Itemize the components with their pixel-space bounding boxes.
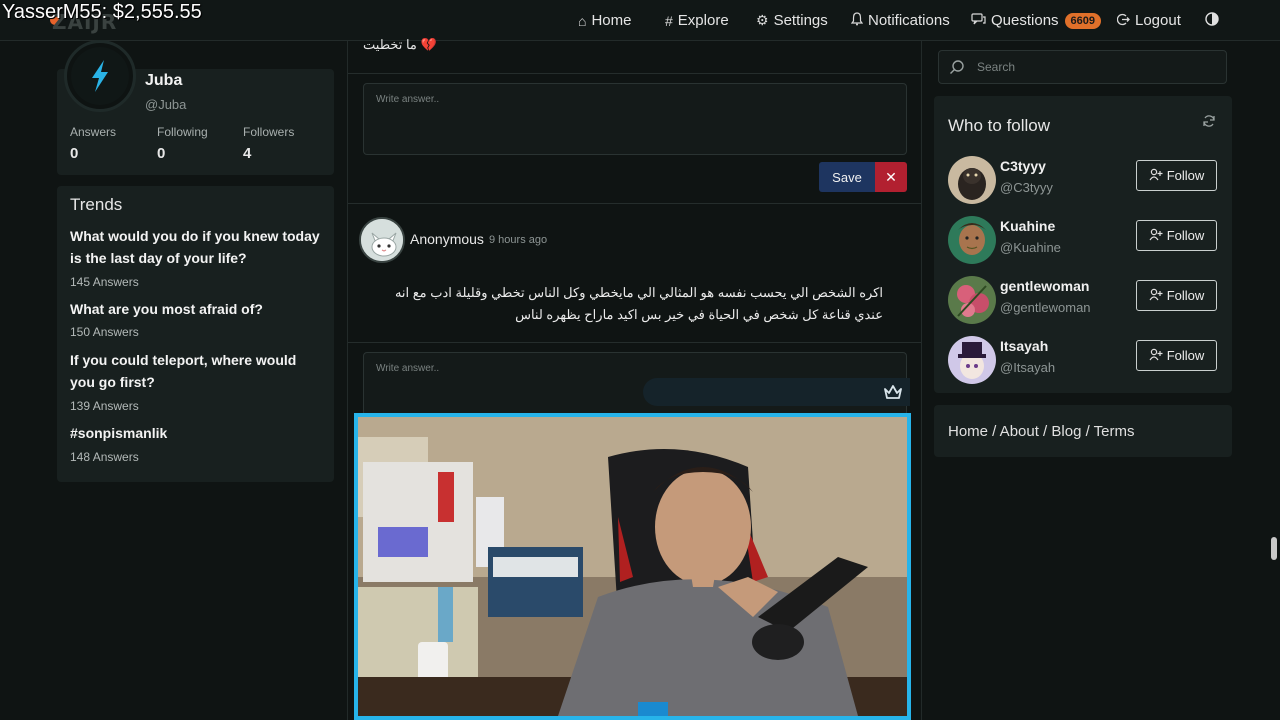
previous-answer-text: 💔 ما تخطيت bbox=[363, 37, 437, 52]
nav-home-label: Home bbox=[591, 12, 632, 29]
questions-count-badge: 6609 bbox=[1064, 12, 1102, 29]
add-user-icon bbox=[1149, 288, 1163, 304]
refresh-icon[interactable] bbox=[1202, 114, 1216, 131]
post-author[interactable]: Anonymous bbox=[410, 231, 484, 247]
profile-handle: @Juba bbox=[145, 97, 187, 112]
stat-answers-label: Answers bbox=[70, 125, 117, 139]
page-scrollbar[interactable] bbox=[1271, 537, 1277, 560]
nav-explore-label: Explore bbox=[677, 12, 729, 29]
top-nav: ZAIJR YasserM55: $2,555.55 ⌂ Home # Expl… bbox=[0, 0, 1280, 41]
save-button[interactable]: Save bbox=[819, 162, 875, 192]
divider bbox=[348, 73, 921, 74]
trend-answers-count: 139 Answers bbox=[70, 399, 139, 413]
trend-question[interactable]: If you could teleport, where would you g… bbox=[70, 349, 325, 393]
nav-notifications[interactable]: Notifications bbox=[850, 0, 950, 41]
bolt-icon bbox=[92, 60, 108, 92]
trend-answers-count: 148 Answers bbox=[70, 450, 139, 464]
user-handle: @C3tyyy bbox=[1000, 180, 1053, 195]
nav-settings[interactable]: ⚙ Settings bbox=[756, 0, 828, 41]
nav-logout-label: Logout bbox=[1135, 12, 1181, 29]
stat-followers-value: 4 bbox=[243, 145, 252, 162]
post-time: 9 hours ago bbox=[489, 234, 548, 246]
home-icon: ⌂ bbox=[578, 12, 587, 29]
follow-label: Follow bbox=[1166, 348, 1205, 363]
trends-title: Trends bbox=[70, 195, 123, 214]
nav-logout[interactable]: Logout bbox=[1116, 0, 1181, 41]
profile-avatar[interactable] bbox=[64, 40, 136, 112]
stat-following-label: Following bbox=[157, 125, 208, 139]
search-icon bbox=[950, 60, 964, 74]
follow-button[interactable]: Follow bbox=[1136, 160, 1217, 191]
user-avatar[interactable] bbox=[948, 216, 996, 264]
webcam-overlay bbox=[354, 413, 911, 720]
nav-questions-label: Questions bbox=[991, 12, 1059, 29]
trend-question[interactable]: What would you do if you knew today is t… bbox=[70, 225, 325, 269]
logout-icon bbox=[1116, 13, 1130, 29]
stream-overlay-bar bbox=[643, 378, 910, 406]
profile-name[interactable]: Juba bbox=[145, 72, 182, 90]
user-name[interactable]: gentlewoman bbox=[1000, 278, 1089, 294]
add-user-icon bbox=[1149, 228, 1163, 244]
anonymous-avatar[interactable] bbox=[359, 217, 405, 263]
follow-button[interactable]: Follow bbox=[1136, 340, 1217, 371]
trend-question[interactable]: What are you most afraid of? bbox=[70, 298, 325, 320]
stat-followers-label: Followers bbox=[243, 125, 295, 139]
stat-following-value: 0 bbox=[157, 145, 166, 162]
follow-button[interactable]: Follow bbox=[1136, 280, 1217, 311]
theme-toggle[interactable] bbox=[1205, 0, 1219, 41]
hash-icon: # bbox=[665, 12, 673, 29]
crown-icon bbox=[884, 385, 902, 399]
user-name[interactable]: Itsayah bbox=[1000, 338, 1048, 354]
divider bbox=[348, 342, 921, 343]
cancel-button[interactable]: ✕ bbox=[875, 162, 907, 192]
bell-icon bbox=[850, 12, 864, 29]
page: ZAIJR YasserM55: $2,555.55 ⌂ Home # Expl… bbox=[0, 0, 1280, 720]
user-name[interactable]: C3tyyy bbox=[1000, 158, 1046, 174]
nav-home[interactable]: ⌂ Home bbox=[578, 0, 631, 41]
contrast-icon bbox=[1205, 11, 1219, 30]
chat-icon bbox=[971, 12, 986, 29]
trend-answers-count: 150 Answers bbox=[70, 325, 139, 339]
avatar-inner bbox=[71, 47, 129, 105]
post-question-text: اكره الشخص الي يحسب نفسه هو المثالي الي … bbox=[394, 285, 883, 322]
stream-donation-overlay: YasserM55: $2,555.55 bbox=[2, 1, 202, 23]
user-avatar[interactable] bbox=[948, 156, 996, 204]
stat-answers-value: 0 bbox=[70, 145, 79, 162]
follow-label: Follow bbox=[1166, 288, 1205, 303]
nav-settings-label: Settings bbox=[773, 12, 828, 29]
divider bbox=[348, 203, 921, 204]
answer-textarea[interactable]: Write answer.. bbox=[363, 83, 907, 155]
follow-label: Follow bbox=[1166, 228, 1205, 243]
follow-button[interactable]: Follow bbox=[1136, 220, 1217, 251]
user-avatar[interactable] bbox=[948, 336, 996, 384]
nav-questions[interactable]: Questions 6609 bbox=[971, 0, 1102, 41]
user-avatar[interactable] bbox=[948, 276, 996, 324]
add-user-icon bbox=[1149, 348, 1163, 364]
user-handle: @Kuahine bbox=[1000, 240, 1061, 255]
search-input[interactable]: Search bbox=[938, 50, 1227, 84]
search-placeholder: Search bbox=[977, 60, 1016, 74]
nav-explore[interactable]: # Explore bbox=[665, 0, 729, 41]
trend-answers-count: 145 Answers bbox=[70, 275, 139, 289]
add-user-icon bbox=[1149, 168, 1163, 184]
webcam-image bbox=[358, 417, 907, 716]
who-to-follow-title: Who to follow bbox=[948, 116, 1051, 135]
gear-icon: ⚙ bbox=[756, 12, 769, 28]
nav-notifications-label: Notifications bbox=[868, 12, 950, 29]
user-handle: @gentlewoman bbox=[1000, 300, 1091, 315]
user-name[interactable]: Kuahine bbox=[1000, 218, 1055, 234]
follow-label: Follow bbox=[1166, 168, 1205, 183]
user-handle: @Itsayah bbox=[1000, 360, 1056, 375]
trend-question[interactable]: #sonpismanlik bbox=[70, 422, 325, 444]
footer-links[interactable]: Home / About / Blog / Terms bbox=[948, 423, 1134, 440]
